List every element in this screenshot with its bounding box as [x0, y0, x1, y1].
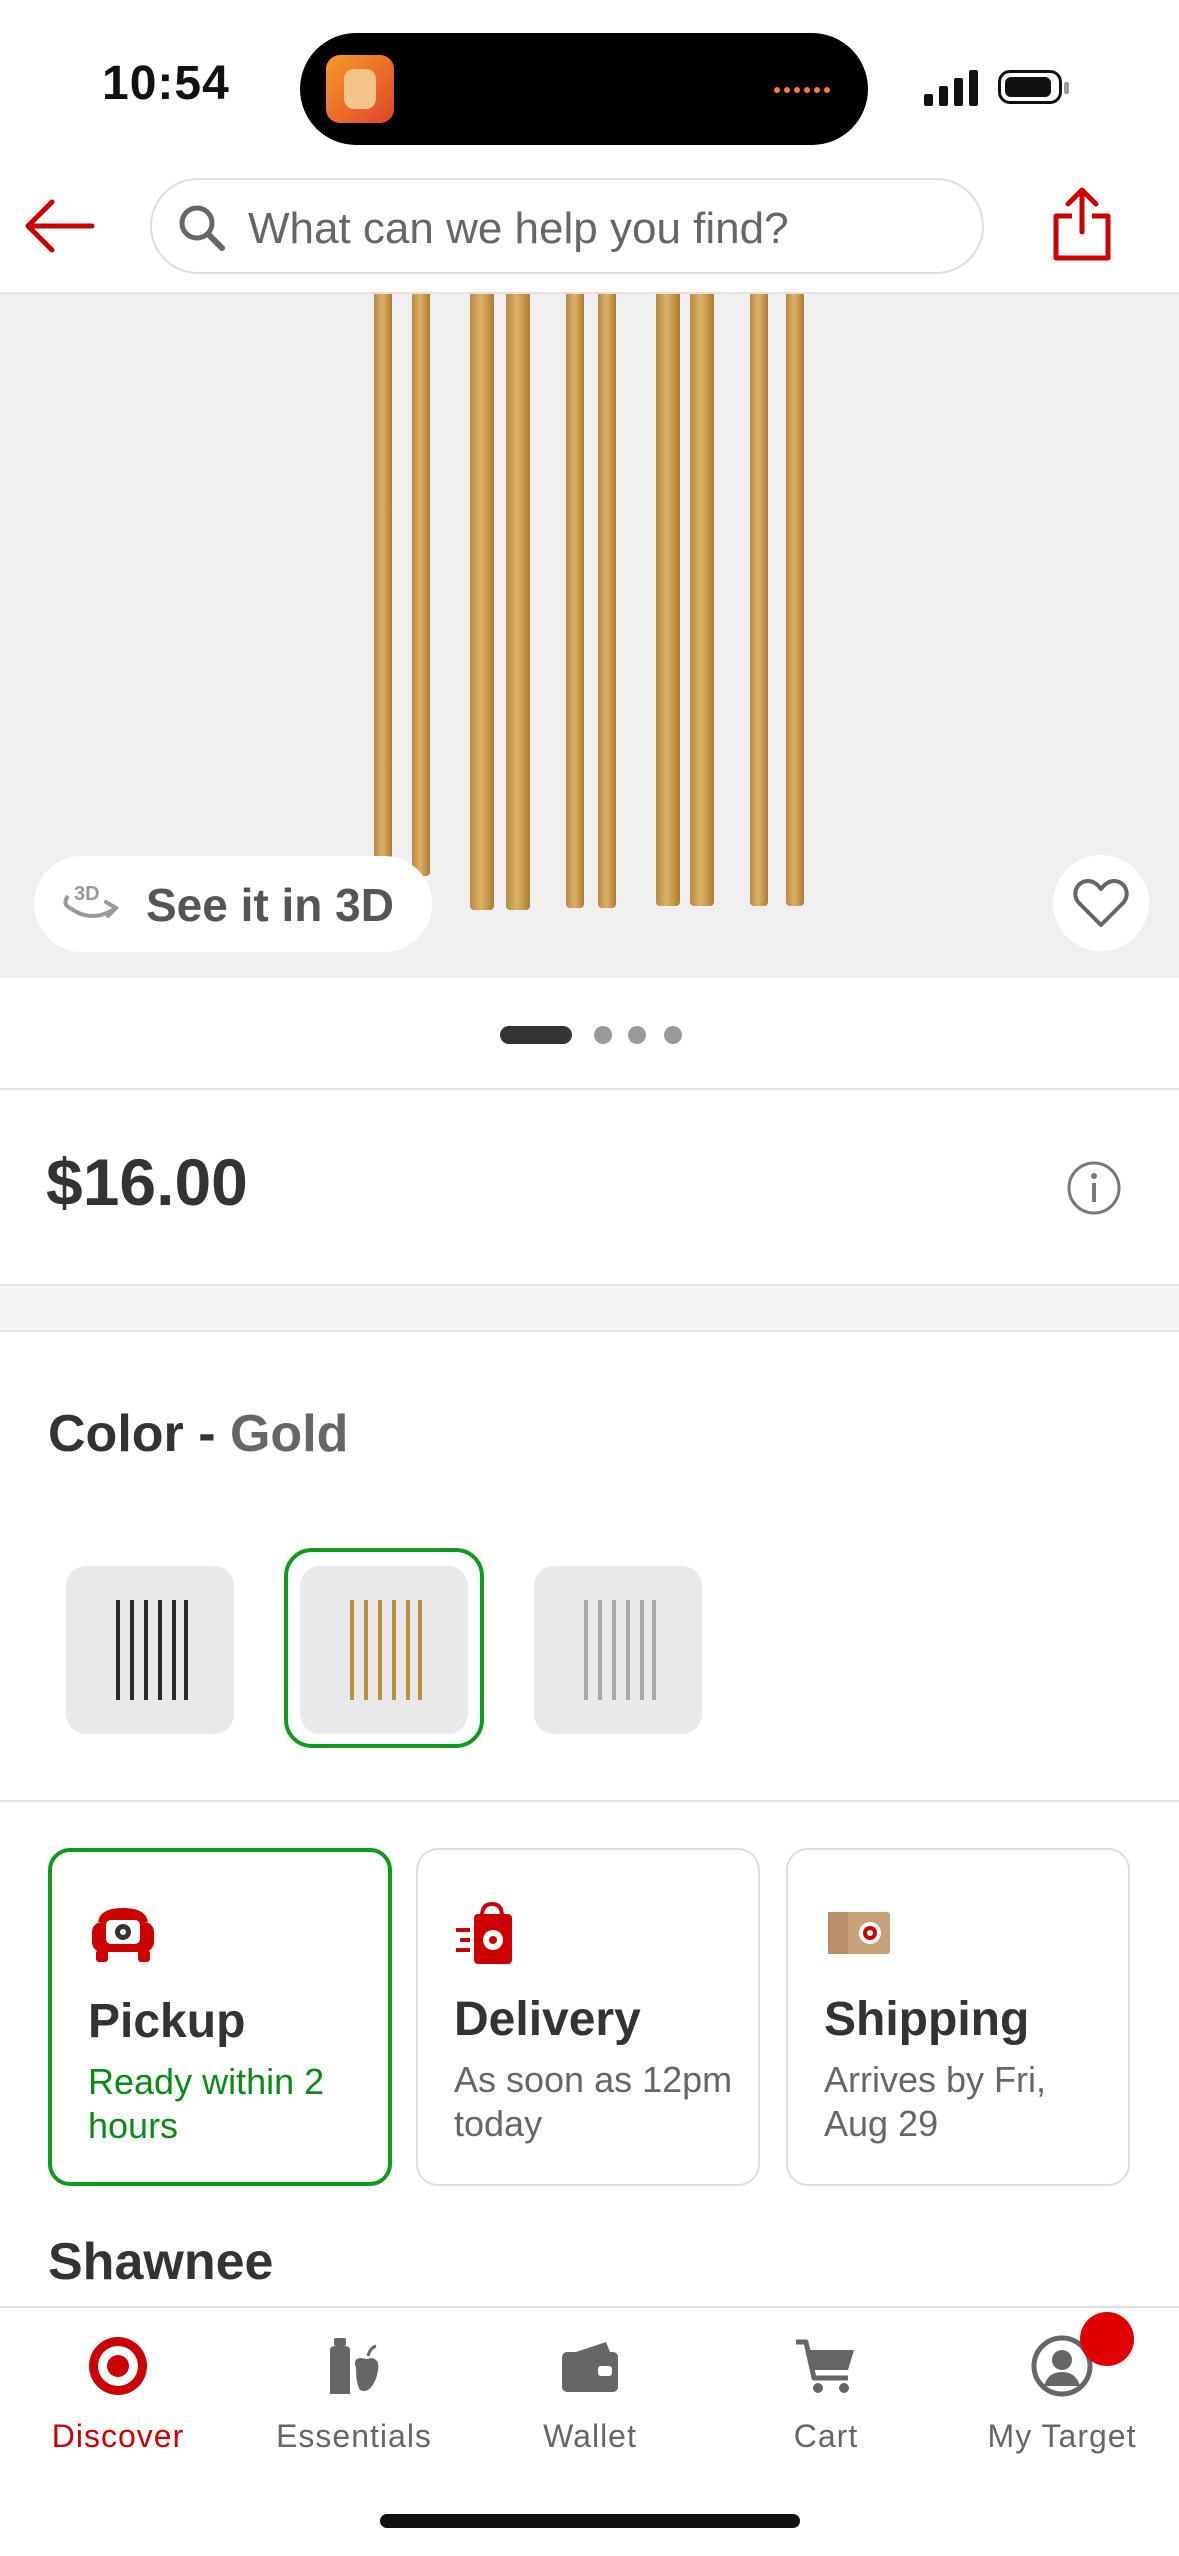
cart-icon — [796, 2339, 854, 2393]
tab-discover[interactable]: Discover — [0, 2308, 236, 2468]
cellular-signal-icon — [924, 70, 978, 106]
now-playing-artwork-icon — [326, 55, 394, 123]
shipping-subtitle: Arrives by Fri, Aug 29 — [824, 2059, 1047, 2144]
image-pager-dot[interactable] — [664, 1026, 682, 1044]
battery-icon — [998, 70, 1069, 104]
tab-my-target[interactable]: My Target — [944, 2308, 1179, 2468]
target-bullseye-icon — [89, 2337, 147, 2395]
product-price: $16.00 — [46, 1145, 248, 1219]
tab-essentials-label: Essentials — [276, 2418, 432, 2454]
image-pager-dot-active[interactable] — [500, 1026, 572, 1044]
divider — [0, 1800, 1179, 1802]
tab-wallet[interactable]: Wallet — [472, 2308, 708, 2468]
pickup-title: Pickup — [88, 1995, 246, 2048]
heart-icon — [1073, 879, 1129, 927]
fulfillment-card-delivery[interactable]: Delivery As soon as 12pm today — [416, 1848, 760, 2186]
status-time: 10:54 — [102, 57, 230, 110]
delivery-bag-icon — [456, 1901, 512, 1964]
favorite-button[interactable] — [1053, 855, 1149, 951]
share-icon[interactable] — [1052, 186, 1112, 262]
fulfillment-card-shipping[interactable]: Shipping Arrives by Fri, Aug 29 — [786, 1848, 1130, 2186]
3d-rotate-icon: 3D — [63, 883, 120, 918]
tab-discover-label: Discover — [51, 2418, 185, 2454]
svg-text:3D: 3D — [74, 883, 100, 905]
back-arrow-icon[interactable] — [22, 194, 98, 258]
audio-waveform-icon — [774, 81, 838, 97]
store-name: Shawnee — [48, 2233, 274, 2291]
image-pager-dot[interactable] — [594, 1026, 612, 1044]
color-swatch-silver[interactable] — [534, 1566, 702, 1734]
color-heading: Color - Gold — [48, 1404, 348, 1464]
info-icon[interactable] — [1066, 1160, 1122, 1216]
shipping-box-icon — [828, 1912, 890, 1954]
search-placeholder: What can we help you find? — [248, 204, 789, 253]
delivery-title: Delivery — [454, 1993, 641, 2046]
divider — [0, 1088, 1179, 1090]
shipping-title: Shipping — [824, 1993, 1030, 2046]
color-label: Color — [48, 1405, 184, 1463]
home-indicator — [380, 2514, 800, 2528]
color-separator: - — [183, 1405, 230, 1463]
search-input[interactable]: What can we help you find? — [150, 178, 984, 274]
essentials-icon — [330, 2338, 379, 2394]
pickup-subtitle: Ready within 2 hours — [88, 2061, 325, 2146]
pickup-car-icon — [92, 1908, 154, 1962]
tab-my-target-label: My Target — [987, 2418, 1137, 2454]
color-swatch-black[interactable] — [66, 1566, 234, 1734]
search-icon — [179, 205, 225, 251]
tab-essentials[interactable]: Essentials — [236, 2308, 472, 2468]
see-in-3d-button[interactable]: 3D See it in 3D — [34, 856, 432, 952]
wallet-icon — [562, 2342, 618, 2392]
fulfillment-card-pickup[interactable]: Pickup Ready within 2 hours — [48, 1848, 392, 2186]
dynamic-island — [300, 33, 868, 145]
see-in-3d-label: See it in 3D — [146, 879, 394, 931]
color-selected-value: Gold — [229, 1405, 349, 1463]
section-spacer — [0, 1284, 1179, 1332]
color-swatch-gold[interactable] — [300, 1566, 468, 1734]
image-pager-dot[interactable] — [628, 1026, 646, 1044]
tab-wallet-label: Wallet — [543, 2418, 637, 2454]
delivery-subtitle: As soon as 12pm today — [454, 2059, 733, 2144]
tab-cart-label: Cart — [793, 2418, 859, 2454]
notification-badge — [1080, 2312, 1134, 2366]
tab-cart[interactable]: Cart — [708, 2308, 944, 2468]
